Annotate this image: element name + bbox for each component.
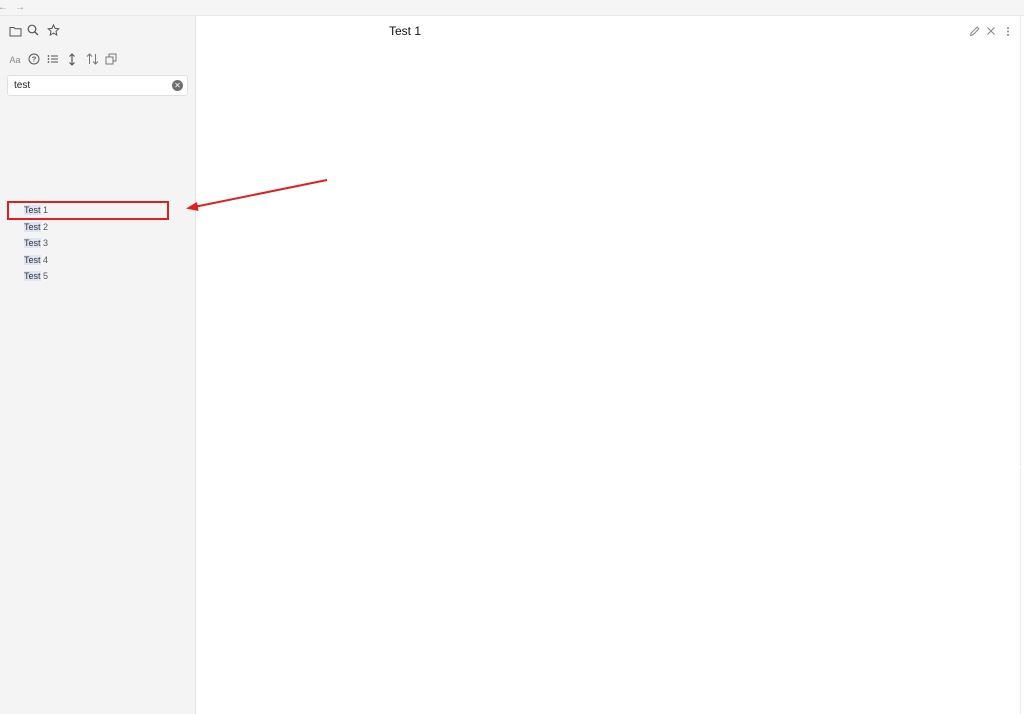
search-results: Test 1 Test 2 Test 3 Test 4 Test 5 (0, 202, 195, 285)
result-rest: 3 (40, 238, 49, 248)
sort-icon[interactable] (84, 51, 100, 67)
result-rest: 4 (40, 254, 49, 265)
result-match: Test (24, 271, 41, 281)
result-rest: 2 (40, 221, 49, 232)
pencil-icon[interactable] (966, 23, 982, 39)
sidebar: Aa ? ✕ Test 1 Test 2 Test 3 Test 4 Test … (0, 16, 196, 714)
copy-icon[interactable] (103, 51, 119, 67)
result-rest: 5 (40, 271, 49, 281)
arrow-left-icon[interactable]: ← (0, 1, 8, 15)
search-result-test-1[interactable]: Test 1 (0, 202, 195, 219)
more-vertical-icon[interactable] (1000, 23, 1016, 39)
result-match: Test (24, 238, 41, 248)
help-icon[interactable]: ? (26, 51, 42, 67)
search-input[interactable] (14, 78, 164, 93)
pane-divider (1020, 16, 1021, 466)
search-result-test-5[interactable]: Test 5 (0, 268, 195, 285)
clear-search-icon[interactable]: ✕ (172, 80, 183, 91)
list-icon[interactable] (45, 51, 61, 67)
top-bar: ← → (0, 0, 1024, 16)
search-field: ✕ (7, 75, 188, 96)
star-icon[interactable] (45, 22, 61, 38)
arrow-right-icon[interactable]: → (15, 1, 25, 15)
pane-divider (1020, 468, 1021, 714)
result-match: Test (24, 205, 41, 215)
folder-icon[interactable] (7, 23, 23, 39)
result-match: Test (24, 254, 41, 265)
search-result-test-3[interactable]: Test 3 (0, 235, 195, 252)
note-title: Test 1 (389, 24, 422, 38)
search-icon[interactable] (25, 22, 41, 38)
result-match: Test (24, 221, 41, 232)
match-case-icon[interactable]: Aa (7, 52, 23, 68)
search-result-test-4[interactable]: Test 4 (0, 252, 195, 269)
search-result-test-2[interactable]: Test 2 (0, 219, 195, 236)
result-rest: 1 (40, 205, 49, 215)
note-pane: Test 1 (196, 16, 1024, 714)
expand-vertical-icon[interactable] (64, 51, 80, 67)
close-icon[interactable] (983, 23, 999, 39)
svg-text:?: ? (32, 55, 37, 64)
